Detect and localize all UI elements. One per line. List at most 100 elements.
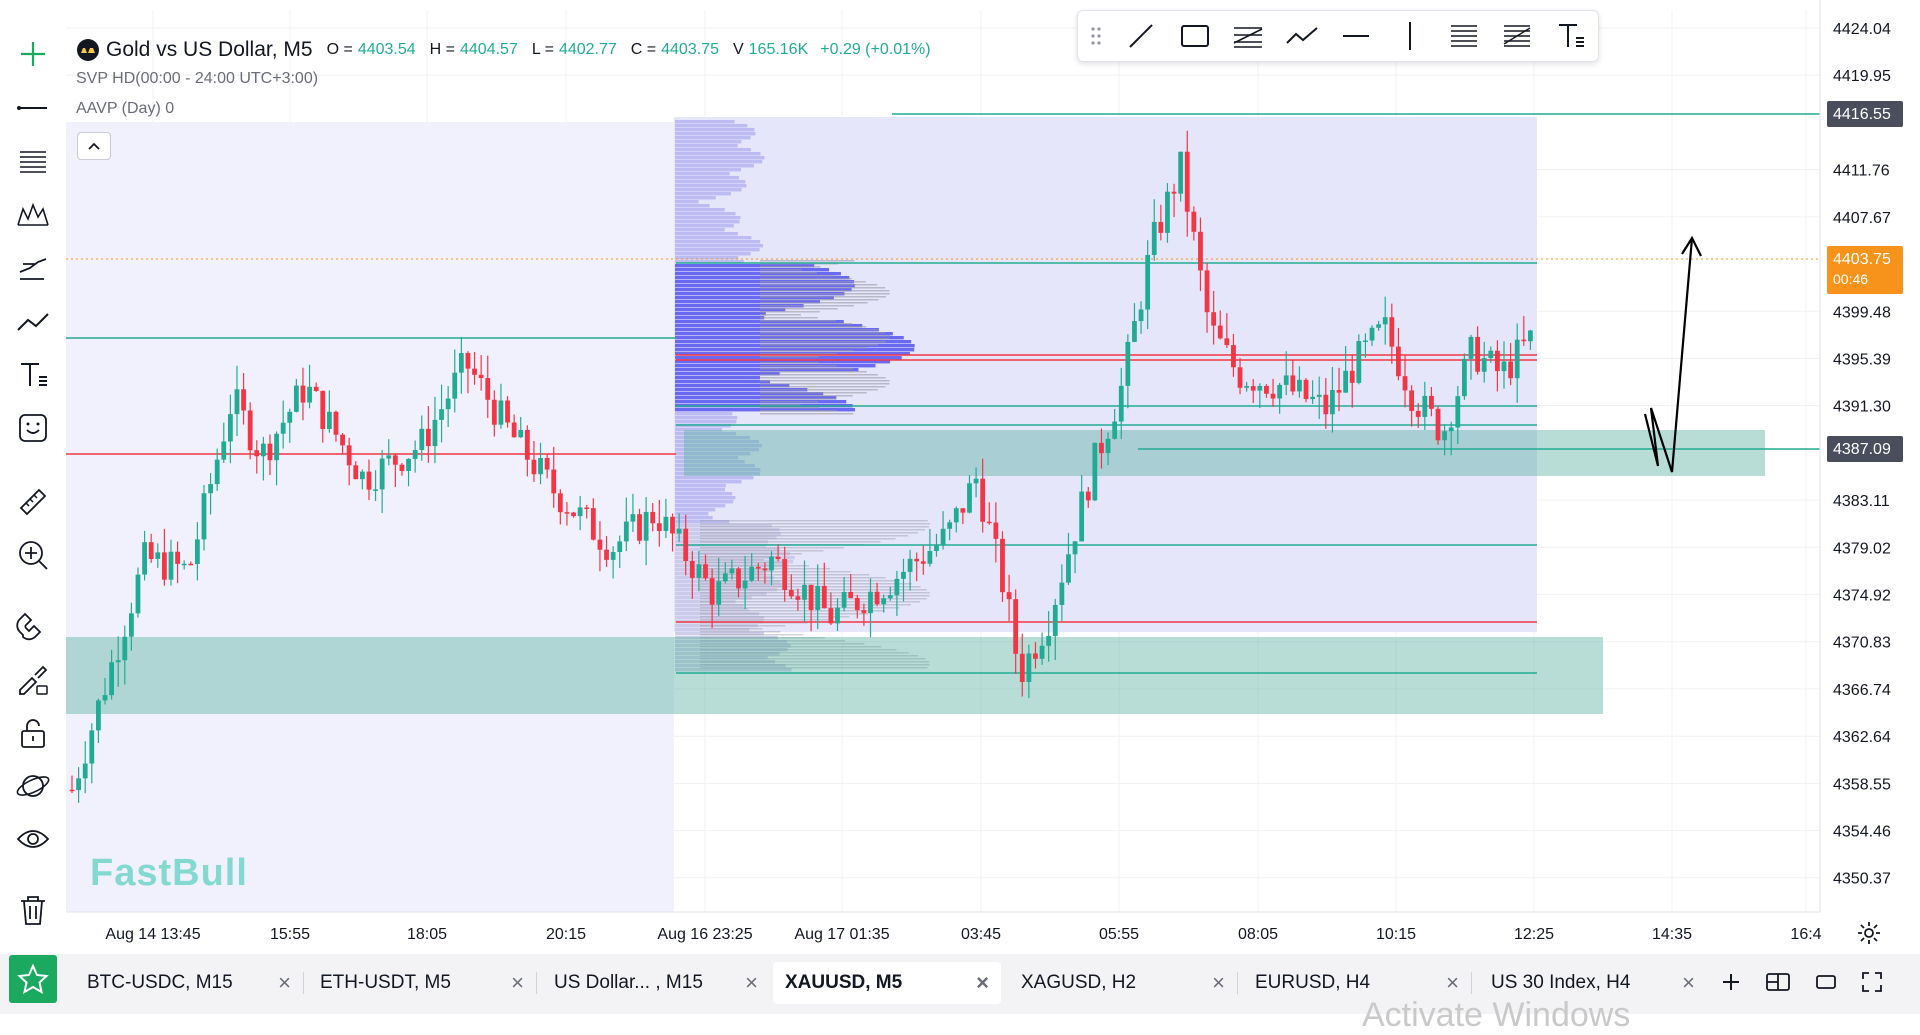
candle-body [755, 566, 761, 569]
candle-body [1316, 394, 1322, 397]
x-tick-label: 12:25 [1514, 926, 1554, 943]
candle-body [399, 464, 405, 471]
candle-body [656, 523, 662, 531]
y-tick-label: 4391.30 [1833, 399, 1891, 416]
candle-body [940, 528, 946, 545]
candle-body [1085, 491, 1091, 501]
tab-btc-usdc[interactable]: BTC-USDC, M15 × [75, 962, 304, 1004]
legend-title-row: Gold vs US Dollar, M5 O = 4403.54 H = 4404… [76, 36, 931, 64]
candle-body [1204, 270, 1210, 313]
collapse-legend-button[interactable] [77, 132, 111, 160]
parallel-channel-icon[interactable] [1221, 11, 1275, 61]
layout-icon[interactable] [1760, 964, 1796, 1000]
candle-body [1211, 312, 1217, 326]
candle-body [102, 695, 108, 701]
profile-tick [700, 547, 845, 549]
profile-tick [700, 616, 850, 618]
candle-body [1429, 395, 1434, 409]
candle-body [960, 508, 966, 513]
indicator-svp[interactable]: SVP HD(00:00 - 24:00 UTC+3:00) [76, 64, 931, 94]
candle-body [716, 581, 722, 605]
profile-tick [760, 332, 886, 334]
profile-tick [760, 305, 854, 307]
candle-body [518, 429, 524, 438]
path-icon[interactable] [1275, 11, 1329, 61]
candle-body [821, 585, 827, 609]
tab-xagusd[interactable]: XAGUSD, H2 × [1009, 962, 1238, 1004]
profile-bar [675, 148, 751, 152]
x-tick-label: 14:35 [1652, 926, 1692, 943]
tab-eth-usdt[interactable]: ETH-USDT, M5 × [308, 962, 537, 1004]
candle-body [1495, 350, 1500, 372]
star-icon [17, 963, 49, 995]
profile-tick [760, 317, 818, 319]
candle-body [412, 450, 418, 459]
profile-tick [700, 538, 896, 540]
candle-body [544, 457, 550, 470]
profile-tick [760, 278, 852, 280]
candle-body [703, 564, 708, 579]
candle-body [808, 584, 814, 610]
candle-body [868, 591, 873, 614]
profile-bar [675, 188, 742, 192]
profile-tick [700, 631, 781, 633]
y-tick-label: 4379.02 [1833, 540, 1891, 557]
tab-us-dollar[interactable]: US Dollar... , M15 × [542, 962, 770, 1004]
rectangle-icon[interactable] [1168, 11, 1222, 61]
y-tick-label: 4395.39 [1833, 351, 1891, 368]
candle-body [478, 374, 484, 379]
candle-body [1099, 442, 1104, 454]
x-tick-label: 18:05 [407, 926, 447, 943]
candle-body [1092, 442, 1098, 501]
profile-tick [760, 329, 878, 331]
candle-body [1270, 393, 1276, 399]
candle-body [775, 556, 781, 560]
close-icon[interactable]: × [1446, 970, 1459, 996]
profile-tick [700, 619, 830, 621]
candle-body [1198, 231, 1203, 271]
profile-tick [700, 523, 930, 525]
y-tick-label: 4411.76 [1833, 163, 1890, 180]
close-icon[interactable]: × [1212, 970, 1225, 996]
fullscreen-icon[interactable] [1854, 964, 1890, 1000]
candle-body [953, 508, 959, 523]
window-icon[interactable] [1808, 964, 1844, 1000]
profile-tick [760, 344, 879, 346]
candle-body [1409, 390, 1415, 411]
candle-body [597, 539, 603, 550]
candle-body [1455, 396, 1461, 428]
add-tab-icon[interactable] [1713, 964, 1749, 1000]
indicator-aavp[interactable]: AAVP (Day) 0 [76, 94, 931, 124]
candle-body [742, 580, 748, 589]
close-icon[interactable]: × [1682, 970, 1695, 996]
close-icon[interactable]: × [745, 970, 758, 996]
watchlist-star-button[interactable] [9, 955, 57, 1003]
candle-body [340, 434, 345, 446]
close-icon[interactable]: × [278, 970, 291, 996]
close-icon[interactable]: × [976, 970, 989, 996]
drag-handle-icon[interactable] [1078, 11, 1114, 61]
candle-body [1059, 582, 1065, 605]
vertical-line-icon[interactable] [1383, 11, 1437, 61]
gear-icon[interactable] [1856, 920, 1882, 946]
x-tick-label: 20:15 [546, 926, 586, 943]
fib-retracement-icon[interactable] [1437, 11, 1491, 61]
text-tool-icon[interactable] [1544, 11, 1598, 61]
candle-body [1079, 491, 1085, 542]
ohlc-high-label: H = [429, 41, 455, 58]
profile-bar [675, 500, 734, 504]
line-icon[interactable] [1114, 11, 1168, 61]
horizontal-ray-icon[interactable] [1329, 11, 1383, 61]
fib-extension-icon[interactable] [1490, 11, 1544, 61]
candle-body [247, 410, 253, 451]
candle-body [1435, 408, 1441, 441]
candle-body [142, 542, 147, 575]
profile-tick [760, 308, 838, 310]
tab-label: EURUSD, H4 [1255, 972, 1371, 993]
candle-body [333, 411, 339, 435]
price-chart[interactable]: 4424.04 4419.95 4411.76 4407.67 4399.48 4395.… [0, 0, 1920, 950]
close-icon[interactable]: × [511, 970, 524, 996]
y-tick-label: 4374.92 [1833, 588, 1891, 605]
tab-xauusd[interactable]: XAUUSD, M5 × [773, 962, 1001, 1004]
candle-body [1132, 321, 1137, 342]
